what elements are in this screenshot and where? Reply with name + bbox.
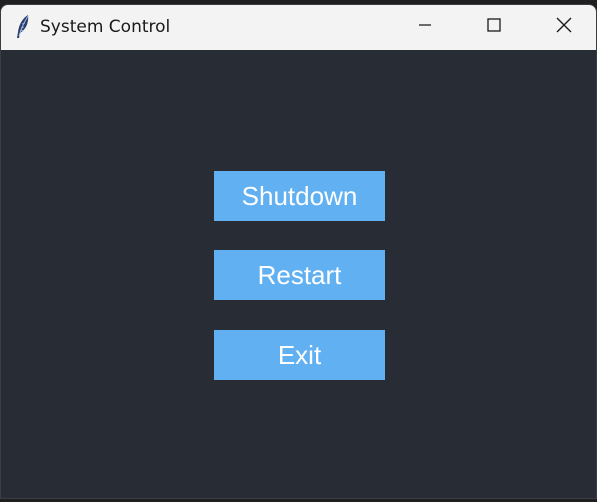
app-window: System Control Shutdown Restart Exit (0, 4, 597, 499)
exit-button[interactable]: Exit (214, 330, 385, 380)
main-content: Shutdown Restart Exit (1, 50, 596, 498)
maximize-icon (487, 18, 501, 37)
minimize-icon (418, 18, 432, 37)
minimize-button[interactable] (391, 5, 459, 50)
window-title: System Control (40, 17, 171, 37)
maximize-button[interactable] (460, 5, 528, 50)
close-button[interactable] (530, 5, 596, 50)
shutdown-button[interactable]: Shutdown (214, 171, 385, 221)
close-icon (556, 17, 572, 38)
title-bar[interactable]: System Control (1, 5, 596, 50)
feather-icon (13, 14, 33, 40)
restart-button[interactable]: Restart (214, 250, 385, 300)
